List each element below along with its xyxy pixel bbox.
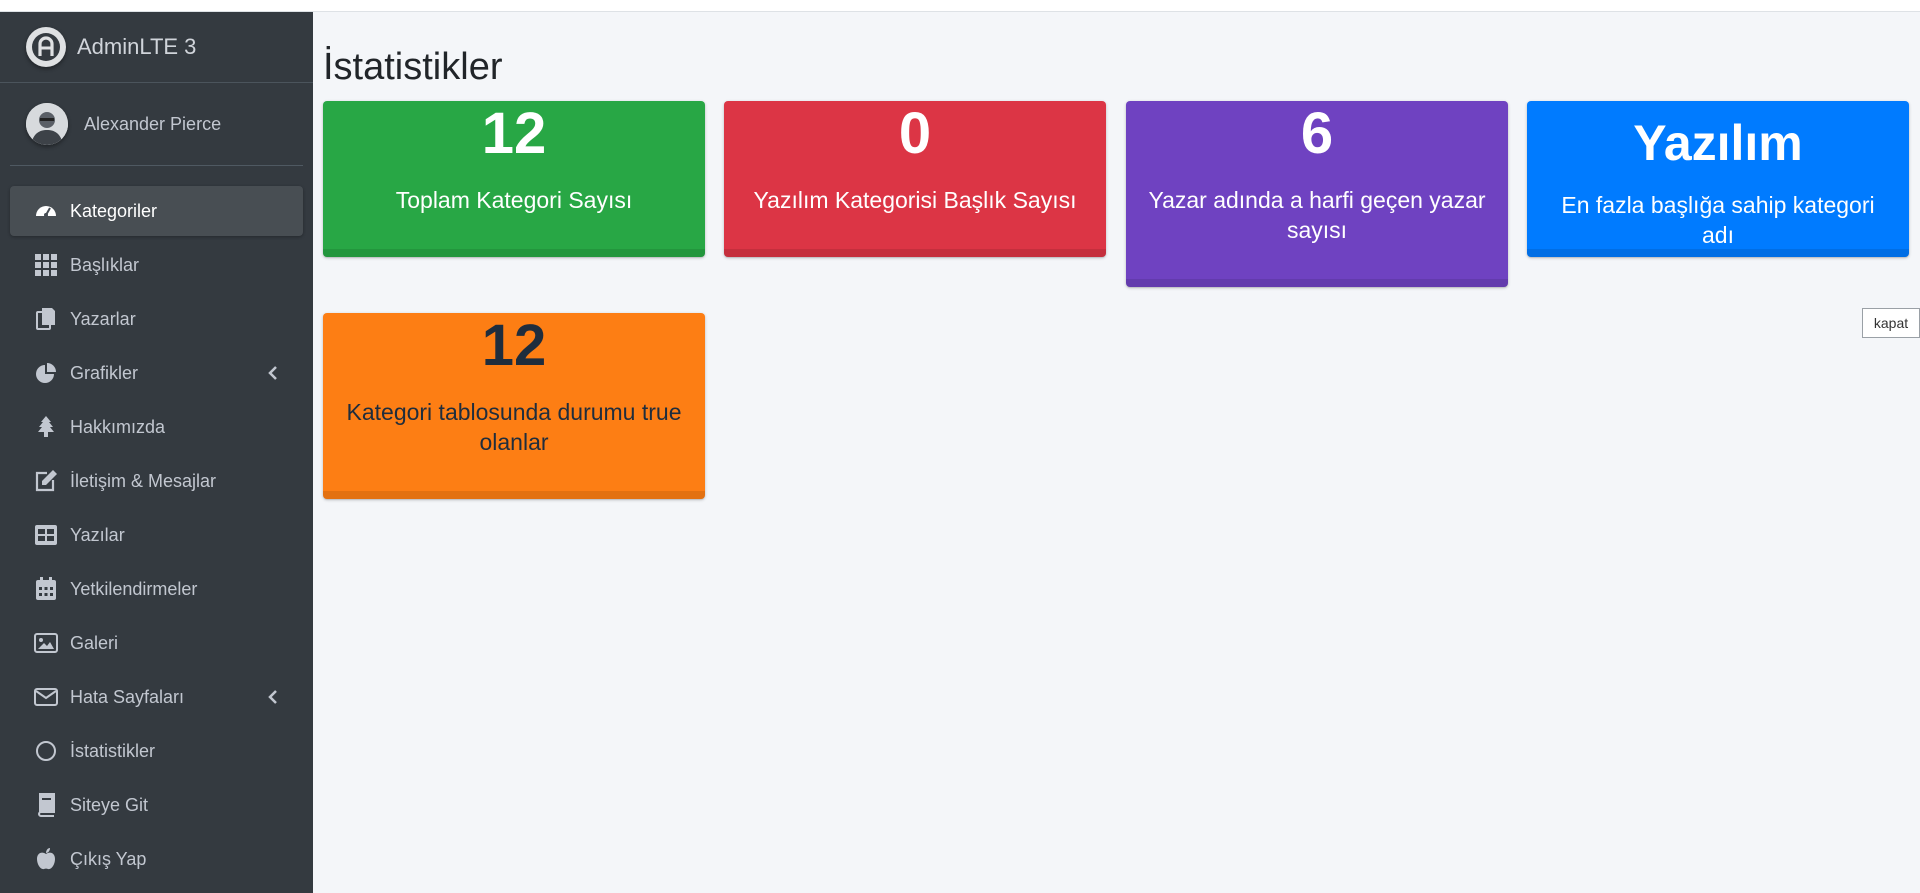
image-icon (34, 631, 58, 655)
sidebar-item-yazilar[interactable]: Yazılar (10, 510, 303, 560)
sidebar-item-istatistikler[interactable]: İstatistikler (10, 726, 303, 776)
sidebar-item-label: Kategoriler (70, 200, 158, 221)
stat-card-total-categories: 12 Toplam Kategori Sayısı (323, 101, 705, 257)
stat-value: 6 (1300, 101, 1334, 166)
stat-card-top-category: Yazılım En fazla başlığa sahip kategori … (1527, 101, 1909, 257)
sidebar-item-label: Siteye Git (70, 794, 149, 815)
calendar-icon (34, 577, 58, 601)
sidebar-menu: Kategoriler Başlıklar Yazarlar Grafikler (0, 166, 313, 884)
book-icon (34, 793, 58, 817)
stat-card-software-title-count: 0 Yazılım Kategorisi Başlık Sayısı (724, 101, 1106, 257)
sidebar-item-label: Başlıklar (70, 254, 140, 275)
sidebar-item-siteye-git[interactable]: Siteye Git (10, 780, 303, 830)
sidebar-item-yetkilendirmeler[interactable]: Yetkilendirmeler (10, 564, 303, 614)
stat-label: En fazla başlığa sahip kategori adı (1561, 192, 1875, 248)
stat-label: Yazar adında a harfi geçen yazar sayısı (1148, 187, 1486, 243)
user-panel[interactable]: Alexander Pierce (10, 83, 303, 166)
pie-chart-icon (34, 361, 58, 385)
sidebar-item-hata-sayfalari[interactable]: Hata Sayfaları (10, 672, 303, 722)
brand-text: AdminLTE 3 (77, 34, 197, 59)
sidebar-item-hakkimizda[interactable]: Hakkımızda (10, 402, 303, 452)
close-button[interactable]: kapat (1862, 308, 1920, 338)
page-title: İstatistikler (323, 46, 503, 88)
sidebar-item-grafikler[interactable]: Grafikler (10, 348, 303, 398)
brand-link[interactable]: AdminLTE 3 (0, 12, 313, 83)
sidebar-item-cikis-yap[interactable]: Çıkış Yap (10, 834, 303, 884)
stat-value: Yazılım (1633, 115, 1803, 171)
stat-label: Yazılım Kategorisi Başlık Sayısı (753, 187, 1077, 213)
sidebar-item-yazarlar[interactable]: Yazarlar (10, 294, 303, 344)
envelope-icon (34, 685, 58, 709)
sidebar-item-basliklar[interactable]: Başlıklar (10, 240, 303, 290)
stat-label: Toplam Kategori Sayısı (395, 187, 633, 213)
tree-icon (34, 415, 58, 439)
sidebar-item-label: İletişim & Mesajlar (70, 470, 217, 491)
card-footer (724, 249, 1106, 257)
table-icon (34, 523, 58, 547)
stat-value: 12 (481, 101, 547, 166)
top-navbar-edge (0, 0, 1920, 12)
chevron-left-icon[interactable] (263, 687, 283, 707)
sidebar-item-kategoriler[interactable]: Kategoriler (10, 186, 303, 236)
sidebar-item-label: Hakkımızda (70, 416, 166, 437)
adminlte-logo-icon (26, 27, 66, 67)
main-sidebar: AdminLTE 3 Alexander Pierce Kategoriler … (0, 12, 313, 893)
sidebar-item-label: Yazılar (70, 524, 125, 545)
stat-card-writer-letter-a: 6 Yazar adında a harfi geçen yazar sayıs… (1126, 101, 1508, 287)
sidebar-item-label: İstatistikler (70, 740, 156, 761)
card-footer (1527, 249, 1909, 257)
user-name-link[interactable]: Alexander Pierce (84, 114, 221, 135)
apple-icon (34, 847, 58, 871)
sidebar-item-label: Grafikler (70, 362, 139, 383)
sidebar-item-label: Yazarlar (70, 308, 136, 329)
sidebar-item-galeri[interactable]: Galeri (10, 618, 303, 668)
content-wrapper: İstatistikler 12 Toplam Kategori Sayısı … (313, 12, 1920, 893)
copy-icon (34, 307, 58, 331)
avatar (26, 103, 68, 145)
sidebar-item-label: Çıkış Yap (70, 848, 147, 869)
sidebar-item-iletisim-mesajlar[interactable]: İletişim & Mesajlar (10, 456, 303, 506)
card-footer (323, 491, 705, 499)
sidebar-item-label: Hata Sayfaları (70, 686, 185, 707)
card-footer (1126, 279, 1508, 287)
chevron-left-icon[interactable] (263, 363, 283, 383)
edit-icon (34, 469, 58, 493)
stat-label: Kategori tablosunda durumu true olanlar (346, 399, 682, 455)
stat-value: 0 (898, 101, 932, 166)
sidebar-item-label: Galeri (70, 632, 119, 653)
circle-icon (34, 739, 58, 763)
grid-icon (34, 253, 58, 277)
stat-value: 12 (481, 313, 547, 378)
card-footer (323, 249, 705, 257)
sidebar-item-label: Yetkilendirmeler (70, 578, 198, 599)
stat-card-active-categories: 12 Kategori tablosunda durumu true olanl… (323, 313, 705, 499)
dashboard-gauge-icon (34, 199, 58, 223)
